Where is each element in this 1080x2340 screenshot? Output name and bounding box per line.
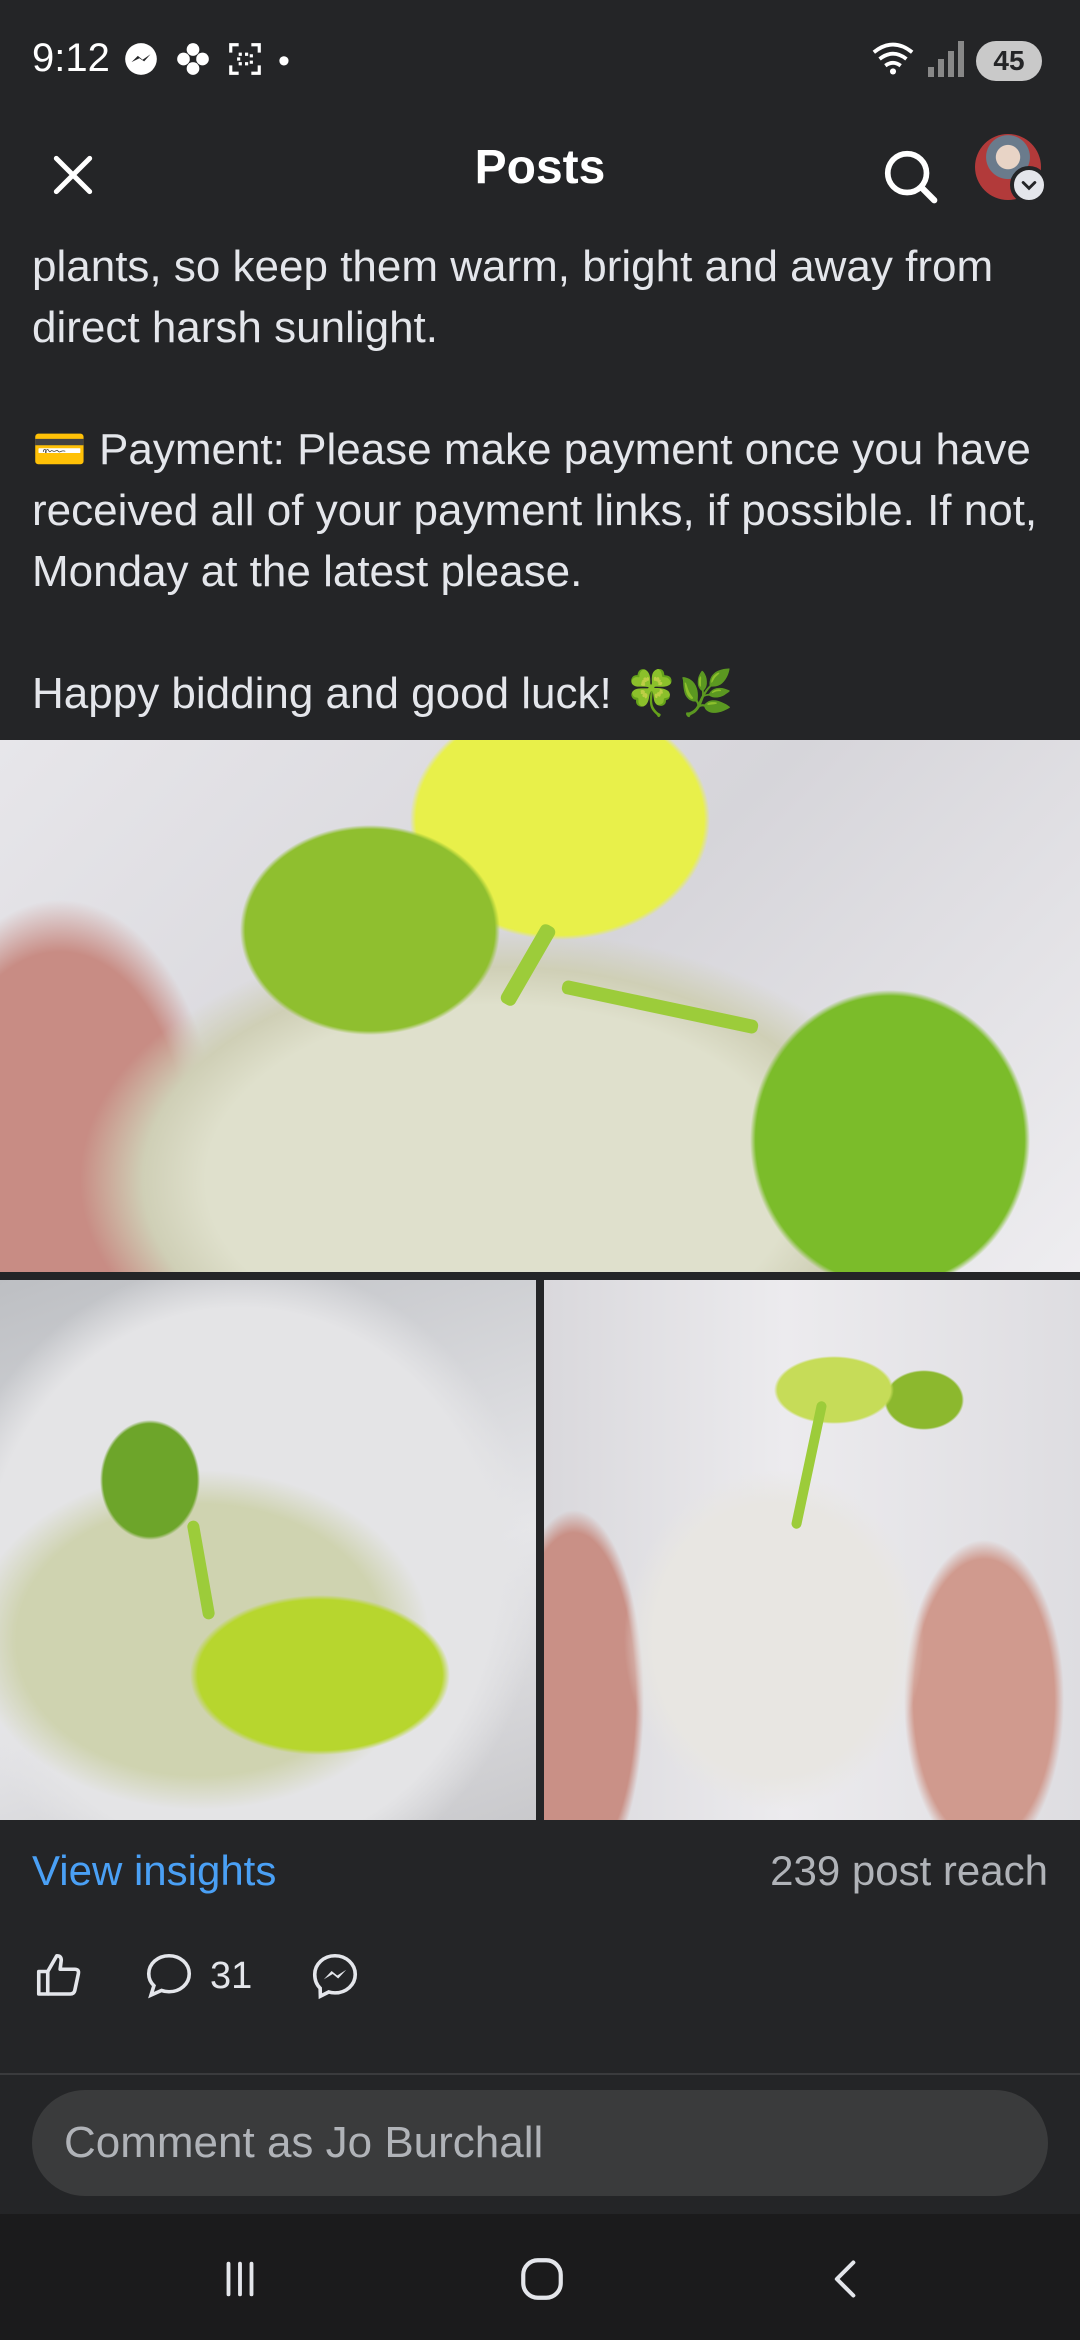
recent-apps-button[interactable] bbox=[200, 2244, 280, 2314]
top-app-bar: Posts bbox=[0, 120, 1080, 230]
post-photo-left[interactable] bbox=[0, 1280, 536, 1820]
plant-stem bbox=[790, 1400, 828, 1530]
battery-indicator: 45 bbox=[976, 40, 1042, 81]
post-paragraph: plants, so keep them warm, bright and aw… bbox=[32, 242, 994, 352]
home-icon bbox=[521, 2258, 563, 2300]
plant-stem bbox=[186, 1519, 216, 1621]
divider bbox=[0, 2073, 1080, 2075]
post-photo-main[interactable] bbox=[0, 740, 1080, 1272]
send-in-messenger-button[interactable] bbox=[308, 1949, 362, 2003]
post-actions: 31 bbox=[32, 1944, 418, 2008]
plant-stem bbox=[498, 922, 558, 1008]
screenshot-icon bbox=[226, 40, 264, 83]
like-button[interactable] bbox=[32, 1949, 86, 2003]
post-paragraph: Happy bidding and good luck! 🍀🌿 bbox=[32, 669, 734, 718]
view-insights-link[interactable]: View insights bbox=[32, 1847, 276, 1895]
notification-icons: • bbox=[122, 40, 290, 83]
chevron-down-icon bbox=[1021, 181, 1037, 191]
comment-input[interactable]: Comment as Jo Burchall bbox=[32, 2090, 1048, 2196]
home-button[interactable] bbox=[502, 2244, 582, 2314]
comment-placeholder: Comment as Jo Burchall bbox=[64, 2118, 544, 2167]
post-reach: 239 post reach bbox=[770, 1847, 1048, 1894]
post-body: plants, so keep them warm, bright and aw… bbox=[32, 200, 1052, 724]
comment-count: 31 bbox=[210, 1954, 253, 1997]
search-button[interactable] bbox=[876, 142, 946, 212]
plant-stem bbox=[560, 979, 760, 1035]
back-icon bbox=[834, 2260, 856, 2298]
system-icons: 45 bbox=[870, 38, 1042, 83]
insights-row: View insights 239 post reach bbox=[32, 1836, 1048, 1906]
pinwheel-icon bbox=[174, 40, 212, 83]
comment-icon bbox=[146, 1953, 192, 1999]
comment-button[interactable]: 31 bbox=[142, 1949, 252, 2003]
messenger-share-icon bbox=[313, 1953, 358, 2000]
dot-indicator: • bbox=[278, 42, 290, 80]
back-button[interactable] bbox=[806, 2244, 886, 2314]
like-icon bbox=[36, 1953, 81, 1996]
system-navigation-bar bbox=[0, 2214, 1080, 2340]
status-time: 9:12 bbox=[32, 36, 110, 80]
recent-apps-icon bbox=[226, 2261, 254, 2297]
post-photo-right[interactable] bbox=[544, 1280, 1080, 1820]
status-bar: 9:12 • 45 bbox=[0, 0, 1080, 120]
wifi-icon bbox=[870, 38, 916, 83]
search-icon bbox=[884, 150, 938, 204]
signal-icon bbox=[928, 39, 964, 82]
account-switcher-badge[interactable] bbox=[1010, 166, 1048, 204]
messenger-icon bbox=[122, 40, 160, 83]
post-paragraph: 💳 Payment: Please make payment once you … bbox=[32, 425, 1038, 596]
